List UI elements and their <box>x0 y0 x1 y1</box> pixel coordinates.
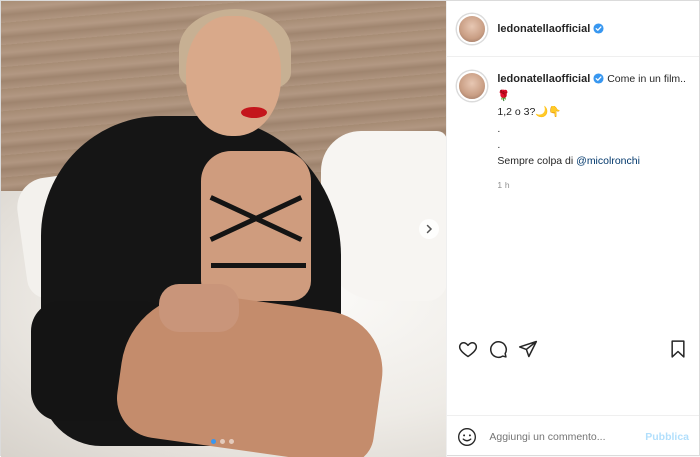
photo-figure <box>211 263 306 268</box>
emoji-icon <box>458 427 477 446</box>
publish-button[interactable]: Pubblica <box>645 431 689 443</box>
caption-line: Sempre colpa di @micolronchi <box>497 153 686 169</box>
emoji-button[interactable] <box>457 426 479 448</box>
next-photo-button[interactable] <box>419 219 439 239</box>
caption-mention-prefix: Sempre colpa di <box>497 155 577 168</box>
caption-body: ledonatellaofficial Come in un film.. 🌹 … <box>497 71 686 193</box>
carousel-dot <box>229 439 234 444</box>
caption-text: Come in un film.. <box>607 73 686 85</box>
carousel-indicator <box>211 439 234 444</box>
share-icon <box>519 340 538 358</box>
bookmark-icon <box>671 340 685 358</box>
heart-icon <box>459 342 478 358</box>
comment-icon <box>490 341 508 359</box>
caption-line: 1,2 o 3?🌙👇 <box>497 106 562 119</box>
post-sidebar: ledonatellaofficial ledonatellaofficial … <box>446 1 699 457</box>
avatar[interactable] <box>457 71 488 101</box>
photo-figure <box>241 107 267 118</box>
comment-button[interactable] <box>487 338 509 360</box>
instagram-post: ledonatellaofficial ledonatellaofficial … <box>0 0 700 457</box>
add-comment-bar: Pubblica <box>447 415 699 457</box>
caption-line: . <box>497 138 501 151</box>
photo-figure <box>201 151 311 301</box>
save-button[interactable] <box>667 338 689 360</box>
post-time[interactable]: 1 h <box>497 179 686 192</box>
post-photo[interactable] <box>1 1 447 457</box>
caption-username[interactable]: ledonatellaofficial <box>497 73 590 85</box>
like-button[interactable] <box>457 338 479 360</box>
photo-figure <box>186 16 281 136</box>
carousel-dot <box>211 439 216 444</box>
chevron-right-icon <box>426 224 433 234</box>
share-button[interactable] <box>517 338 539 360</box>
mention-link[interactable]: @micolronchi <box>576 155 640 167</box>
post-caption: ledonatellaofficial Come in un film.. 🌹 … <box>457 71 689 193</box>
comments-section: ledonatellaofficial Come in un film.. 🌹 … <box>447 57 699 325</box>
caption-line: 🌹 <box>497 90 511 103</box>
username-text[interactable]: ledonatellaofficial <box>497 23 590 35</box>
caption-line: . <box>497 122 501 135</box>
carousel-dot <box>220 439 225 444</box>
avatar[interactable] <box>457 13 488 44</box>
photo-figure <box>159 284 239 332</box>
action-bar <box>447 325 699 373</box>
verified-badge-icon <box>593 22 604 34</box>
header-username[interactable]: ledonatellaofficial <box>497 23 604 35</box>
verified-badge-icon <box>593 73 604 84</box>
post-header: ledonatellaofficial <box>447 1 699 57</box>
comment-input[interactable] <box>489 430 646 443</box>
